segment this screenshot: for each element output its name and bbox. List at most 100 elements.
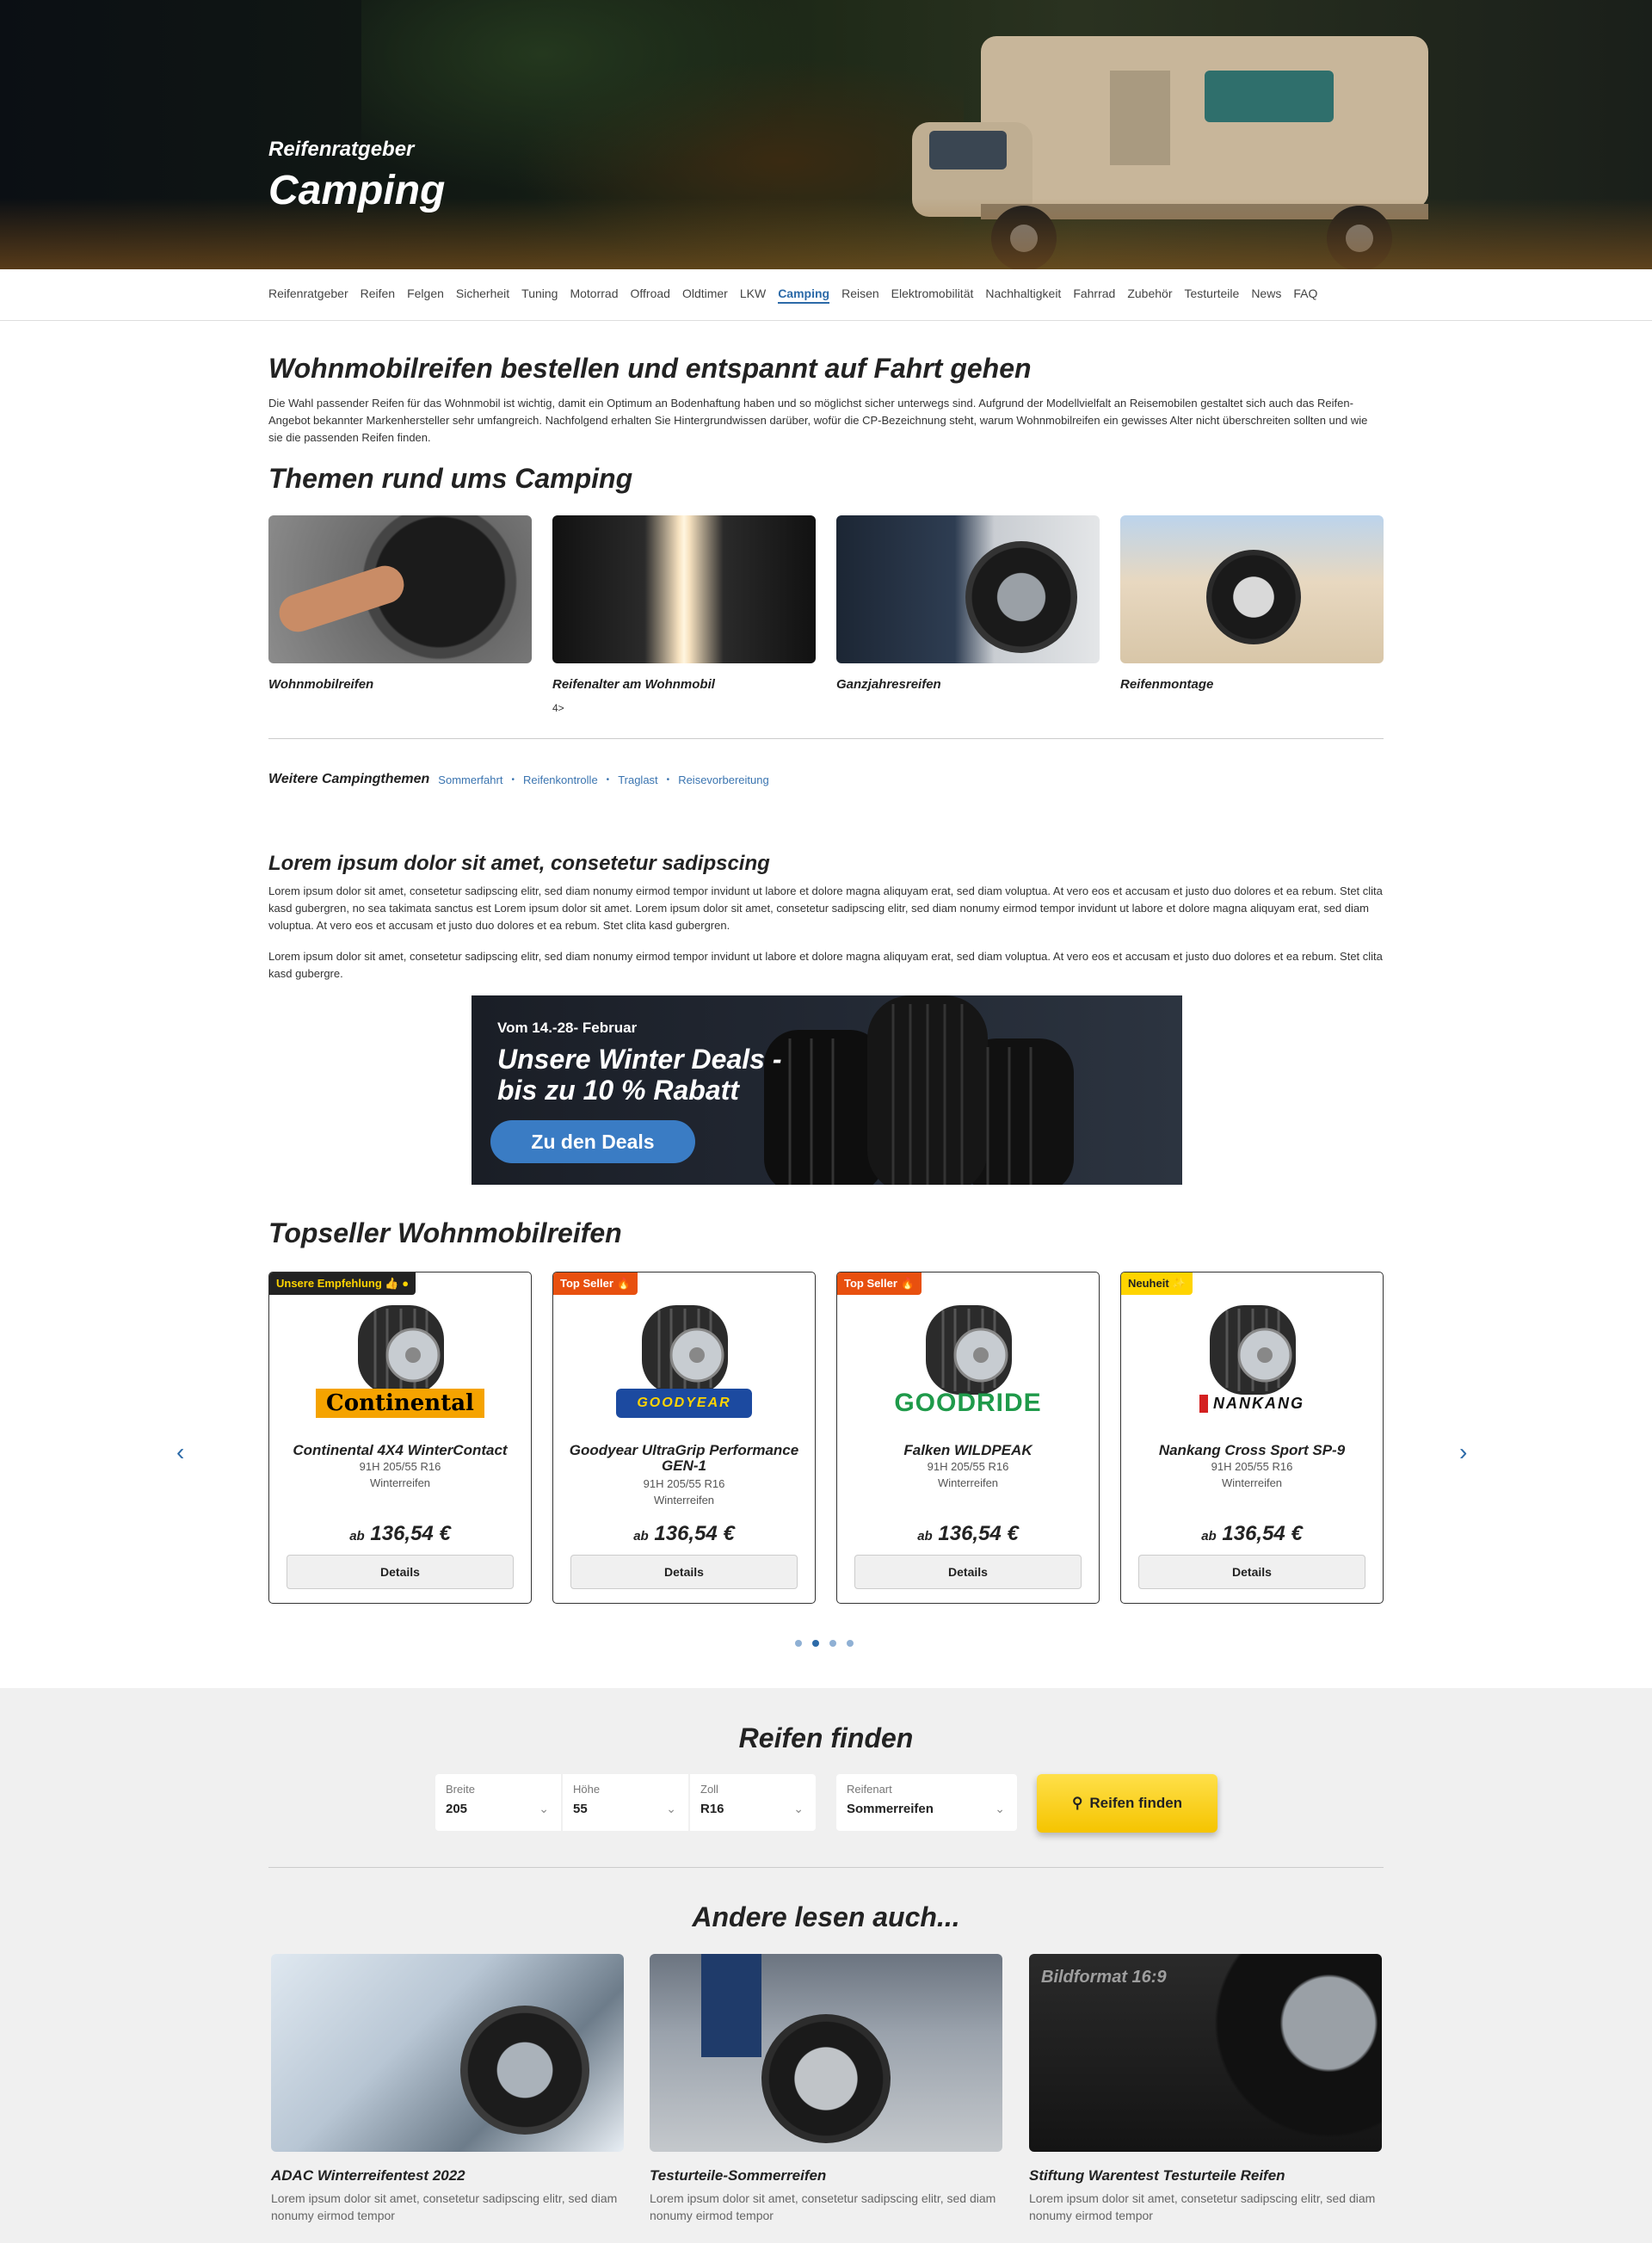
nav-item-tuning[interactable]: Tuning (521, 287, 558, 304)
category-nav: Reifenratgeber Reifen Felgen Sicherheit Tuni… (0, 269, 1652, 321)
product-card[interactable]: Top Seller 🔥 GOODRIDE Falken WILDPEAK 91H 2… (836, 1272, 1100, 1604)
product-card[interactable]: Top Seller 🔥 GOODYEAR Goodyear UltraGrip P… (552, 1272, 816, 1604)
nav-item-zubehör[interactable]: Zubehör (1127, 287, 1172, 304)
nav-item-felgen[interactable]: Felgen (407, 287, 444, 304)
theme-extra: 4> (552, 702, 564, 714)
product-season: Winterreifen (1221, 1476, 1283, 1489)
width-select[interactable]: Breite 205 ⌄ (435, 1774, 561, 1831)
brand-logo-container: Continental (269, 1386, 531, 1420)
carousel-prev-icon[interactable]: ‹ (176, 1439, 184, 1466)
tyres-illustration (764, 995, 1074, 1185)
nav-item-news[interactable]: News (1251, 287, 1281, 304)
brand-logo: GOODYEAR (616, 1389, 752, 1418)
price-prefix: ab (633, 1529, 649, 1544)
topic-tag-reisevorbereitung[interactable]: Reisevorbereitung (678, 773, 769, 786)
theme-card-wohnmobilreifen[interactable]: Wohnmobilreifen (268, 515, 532, 714)
height-select[interactable]: Höhe 55 ⌄ (563, 1774, 688, 1831)
nav-item-offroad[interactable]: Offroad (631, 287, 670, 304)
banner-title-line2: bis zu 10 % Rabatt (497, 1075, 739, 1106)
nav-item-elektromobilität[interactable]: Elektromobilität (891, 287, 974, 304)
topic-tag-sommerfahrt[interactable]: Sommerfahrt (438, 773, 502, 786)
nav-item-oldtimer[interactable]: Oldtimer (682, 287, 728, 304)
tyre-product-image (1210, 1305, 1296, 1395)
product-price: ab 136,54 € (269, 1522, 531, 1546)
theme-label: Reifenmontage (1120, 677, 1214, 692)
hero-title: Camping (268, 168, 446, 213)
nav-item-sicherheit[interactable]: Sicherheit (456, 287, 509, 304)
details-button[interactable]: Details (1138, 1555, 1365, 1589)
nav-item-lkw[interactable]: LKW (740, 287, 766, 304)
lorem-paragraph-1: Lorem ipsum dolor sit amet, consetetur s… (268, 884, 1383, 932)
hero-subtitle: Reifenratgeber (268, 138, 415, 161)
product-spec: 91H 205/55 R16 (1211, 1460, 1293, 1473)
width-value: 205 (446, 1802, 468, 1816)
topic-tag-traglast[interactable]: Traglast (618, 773, 657, 786)
tyre-product-image (926, 1305, 1012, 1395)
find-tyres-button[interactable]: ⚲ Reifen finden (1037, 1774, 1217, 1833)
intro-section: Wohnmobilreifen bestellen und entspannt … (268, 353, 1384, 447)
carousel-next-icon[interactable]: › (1459, 1439, 1467, 1466)
article-title: Testurteile-Sommerreifen (650, 2167, 827, 2184)
deals-button[interactable]: Zu den Deals (490, 1120, 695, 1163)
read-more-title: Andere lesen auch... (692, 1901, 960, 1932)
product-badge: Unsere Empfehlung 👍 ● (269, 1272, 416, 1295)
details-button[interactable]: Details (854, 1555, 1082, 1589)
tyre-product-image (358, 1305, 444, 1395)
tyre-product-image (642, 1305, 728, 1395)
nav-item-nachhaltigkeit[interactable]: Nachhaltigkeit (985, 287, 1061, 304)
article-card[interactable]: Testurteile-Sommerreifen Lorem ipsum dol… (650, 1954, 1002, 2224)
nav-item-motorrad[interactable]: Motorrad (570, 287, 618, 304)
price-value: 136,54 € (654, 1522, 735, 1545)
product-badge: Neuheit ✨ (1121, 1272, 1193, 1295)
nav-item-reisen[interactable]: Reisen (841, 287, 879, 304)
rim-select[interactable]: Zoll R16 ⌄ (690, 1774, 816, 1831)
intro-text: Die Wahl passender Reifen für das Wohnmo… (268, 397, 1368, 444)
brand-logo-container: GOODRIDE (837, 1386, 1099, 1420)
hero-banner: Reifenratgeber Camping (0, 0, 1652, 269)
nav-item-faq[interactable]: FAQ (1293, 287, 1317, 304)
nav-item-reifenratgeber[interactable]: Reifenratgeber (268, 287, 348, 304)
nav-item-fahrrad[interactable]: Fahrrad (1073, 287, 1115, 304)
carousel-dot[interactable] (795, 1640, 802, 1647)
article-card[interactable]: ADAC Winterreifentest 2022 Lorem ipsum d… (271, 1954, 624, 2224)
article-card[interactable]: Bildformat 16:9 Stiftung Warentest Testu… (1029, 1954, 1382, 2224)
product-badge: Top Seller 🔥 (837, 1272, 922, 1295)
tyre-type-select[interactable]: Reifenart Sommerreifen ⌄ (836, 1774, 1017, 1831)
nav-item-reifen[interactable]: Reifen (361, 287, 395, 304)
product-spec: 91H 205/55 R16 (359, 1460, 441, 1473)
topic-tag-reifenkontrolle[interactable]: Reifenkontrolle (523, 773, 598, 786)
product-name: Goodyear UltraGrip Performance GEN-1 (569, 1442, 799, 1474)
chevron-down-icon: ⌄ (793, 1802, 804, 1815)
theme-card-reifenalter[interactable]: Reifenalter am Wohnmobil 4> (552, 515, 816, 714)
details-button[interactable]: Details (287, 1555, 514, 1589)
find-tyres-label: Reifen finden (1089, 1795, 1183, 1811)
product-name: Continental 4X4 WinterContact (293, 1442, 508, 1458)
price-value: 136,54 € (1222, 1522, 1303, 1545)
article-text: Lorem ipsum dolor sit amet, consetetur s… (271, 2191, 618, 2222)
tyre-stack-photo (552, 515, 816, 663)
nav-item-camping[interactable]: Camping (778, 287, 830, 304)
carousel-dot[interactable] (829, 1640, 836, 1647)
theme-card-reifenmontage[interactable]: Reifenmontage (1120, 515, 1384, 714)
chevron-down-icon: ⌄ (666, 1802, 676, 1815)
product-card[interactable]: Neuheit ✨ NANKANG Nankang Cross Sport SP-9… (1120, 1272, 1384, 1604)
carousel-dot[interactable] (847, 1640, 854, 1647)
details-button[interactable]: Details (570, 1555, 798, 1589)
nav-item-testurteile[interactable]: Testurteile (1185, 287, 1240, 304)
search-icon: ⚲ (1071, 1795, 1083, 1811)
height-label: Höhe (573, 1783, 601, 1796)
product-name: Nankang Cross Sport SP-9 (1158, 1442, 1346, 1458)
product-card[interactable]: Unsere Empfehlung 👍 ● Continental Continen… (268, 1272, 532, 1604)
article-title: ADAC Winterreifentest 2022 (271, 2167, 465, 2184)
carousel-dot[interactable] (812, 1640, 819, 1647)
theme-card-ganzjahresreifen[interactable]: Ganzjahresreifen (836, 515, 1100, 714)
winter-deals-banner[interactable]: Vom 14.-28- Februar Unsere Winter Deals … (472, 995, 1182, 1185)
price-value: 136,54 € (370, 1522, 451, 1545)
price-prefix: ab (1201, 1529, 1217, 1544)
price-prefix: ab (349, 1529, 365, 1544)
theme-label: Reifenalter am Wohnmobil (552, 677, 715, 692)
workshop-photo (650, 1954, 1002, 2152)
rim-value: R16 (700, 1802, 724, 1816)
image-placeholder-label: Bildformat 16:9 (1041, 1968, 1167, 1987)
width-label: Breite (446, 1783, 475, 1796)
